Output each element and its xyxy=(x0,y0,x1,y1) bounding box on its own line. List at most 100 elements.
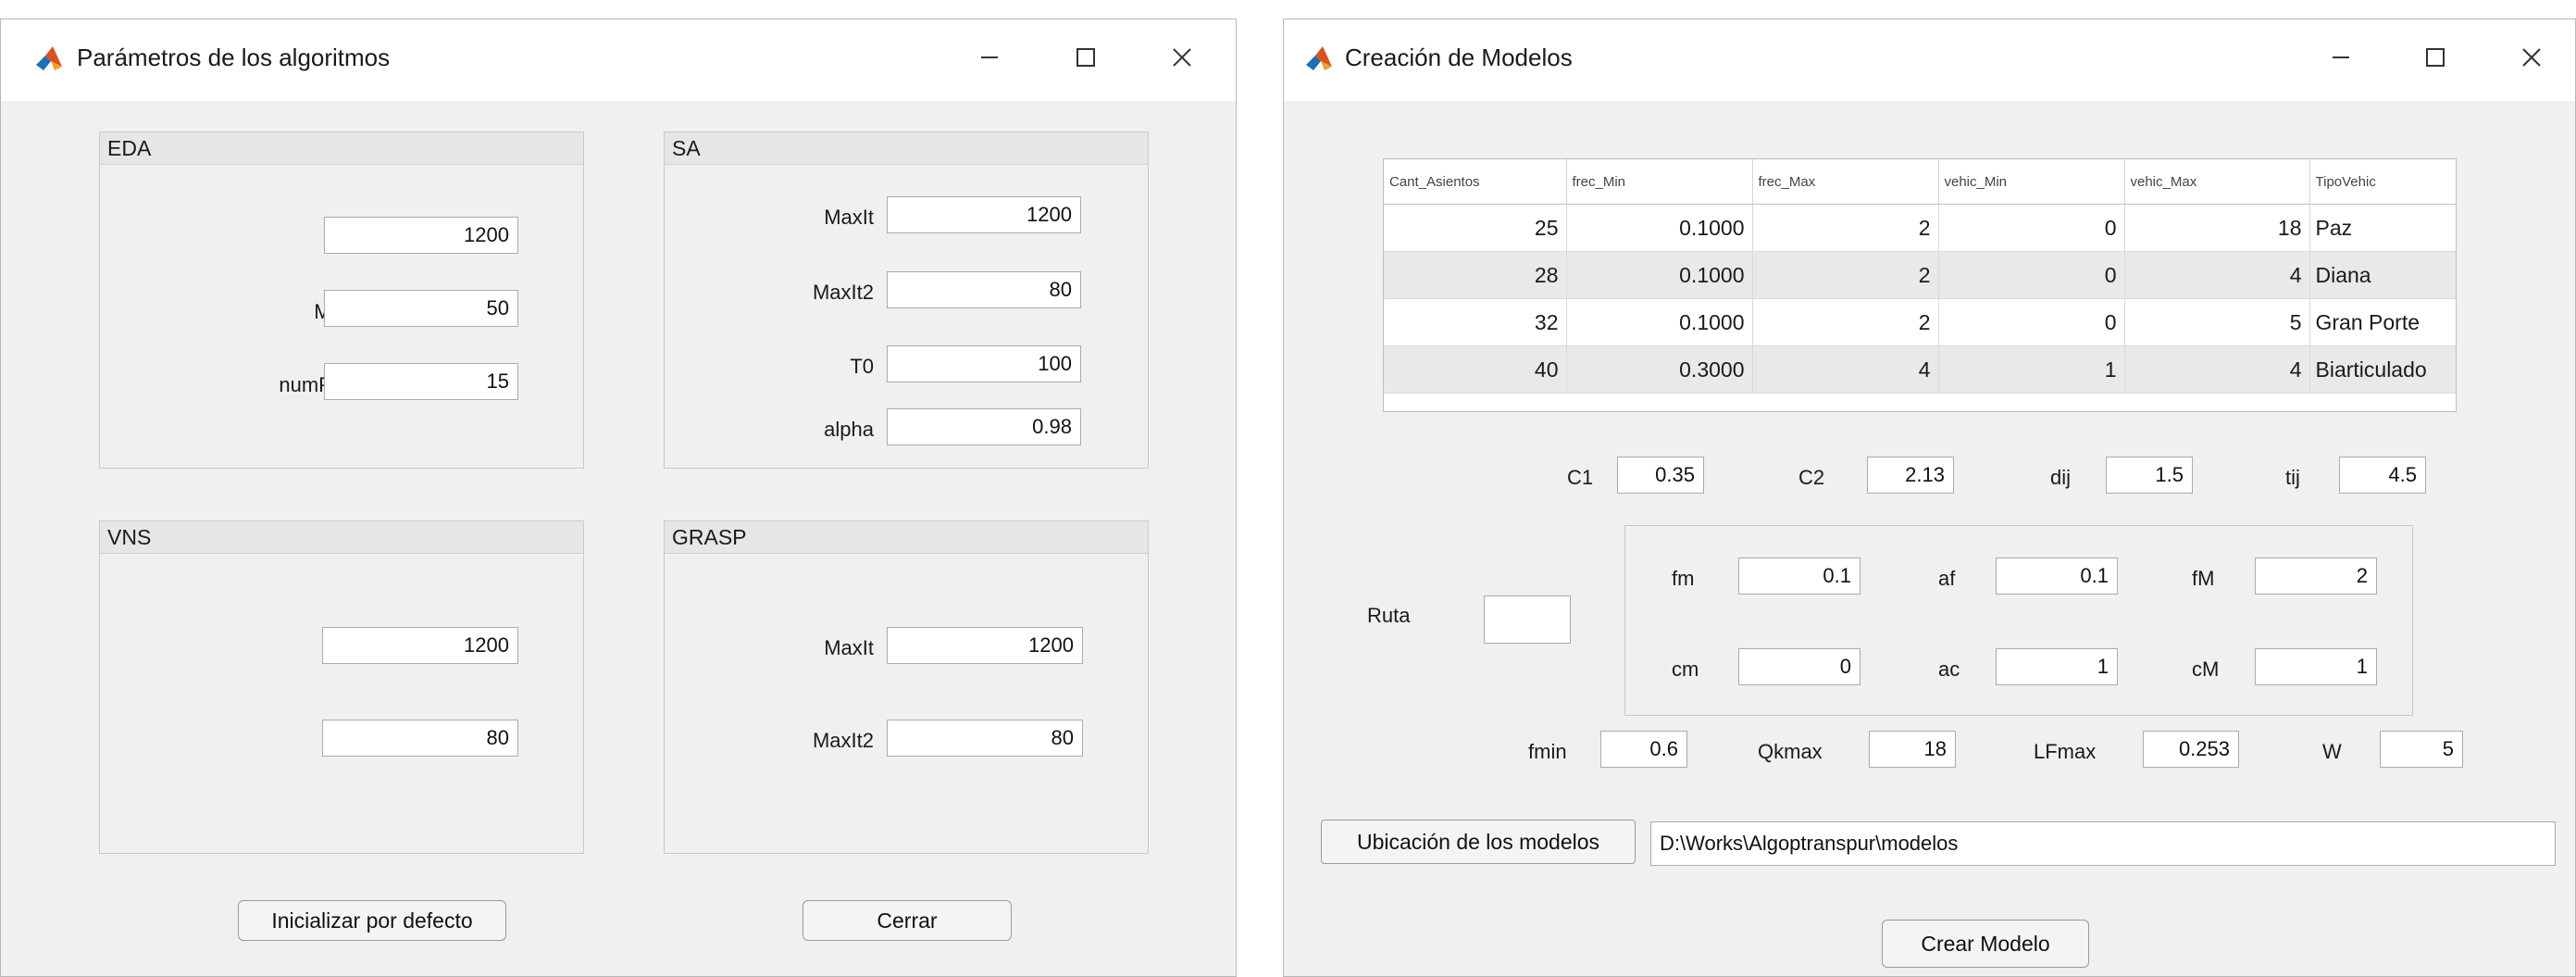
fm-input[interactable] xyxy=(1738,557,1860,595)
table-cell[interactable]: 0 xyxy=(1938,251,2125,299)
table-cell[interactable]: 1 xyxy=(1938,345,2125,394)
table-cell[interactable]: 0.1000 xyxy=(1566,298,1753,346)
grasp-maxit-label: MaxIt xyxy=(824,636,874,659)
column-header[interactable]: vehic_Max xyxy=(2124,159,2310,205)
sa-panel-header: SA xyxy=(665,132,1148,165)
table-cell[interactable]: Diana xyxy=(2309,251,2456,299)
dij-label: dij xyxy=(2050,466,2072,489)
table-cell[interactable]: Biarticulado xyxy=(2309,345,2456,394)
close-dialog-button[interactable]: Cerrar xyxy=(803,900,1012,941)
table-cell[interactable]: 0 xyxy=(1938,204,2125,252)
table-cell[interactable]: 0.3000 xyxy=(1566,345,1753,394)
models-path-input[interactable] xyxy=(1650,821,2556,866)
grasp-maxit2-input[interactable] xyxy=(887,720,1083,757)
table-cell[interactable]: Gran Porte xyxy=(2309,298,2456,346)
c1-input[interactable] xyxy=(1617,457,1704,494)
cM-input[interactable] xyxy=(2255,648,2377,685)
sa-maxit-input[interactable] xyxy=(887,196,1081,233)
eda-maxit-input[interactable] xyxy=(324,217,518,254)
create-model-button[interactable]: Crear Modelo xyxy=(1882,920,2089,968)
table-cell[interactable]: 4 xyxy=(2124,251,2310,299)
fmin-input[interactable] xyxy=(1600,731,1687,768)
maximize-icon xyxy=(1076,48,1095,67)
vns-panel-header: VNS xyxy=(100,521,583,554)
cm-input[interactable] xyxy=(1738,648,1860,685)
table-cell[interactable]: 0 xyxy=(1938,298,2125,346)
table-cell[interactable]: 2 xyxy=(1752,251,1939,299)
close-button[interactable] xyxy=(2504,34,2559,81)
matlab-icon xyxy=(1306,46,1332,70)
eda-numparents-input[interactable] xyxy=(324,363,518,400)
dij-input[interactable] xyxy=(2106,457,2193,494)
table-cell[interactable]: 28 xyxy=(1384,251,1567,299)
minimize-icon xyxy=(981,56,998,58)
table-row: 25 0.1000 2 0 18 Paz xyxy=(1384,204,2456,252)
table-cell[interactable]: 25 xyxy=(1384,204,1567,252)
table-row: 40 0.3000 4 1 4 Biarticulado xyxy=(1384,345,2456,394)
c1-label: C1 xyxy=(1567,466,1594,489)
sa-alpha-input[interactable] xyxy=(887,408,1081,445)
window-title: Creación de Modelos xyxy=(1345,44,1573,71)
table-cell[interactable]: 0.1000 xyxy=(1566,204,1753,252)
eda-maxpop-input[interactable] xyxy=(324,290,518,327)
cm-label: cm xyxy=(1672,658,1699,681)
column-header[interactable]: frec_Max xyxy=(1752,159,1939,205)
qkmax-input[interactable] xyxy=(1869,731,1956,768)
table-cell[interactable]: 2 xyxy=(1752,298,1939,346)
sa-t0-label: T0 xyxy=(850,355,874,378)
ac-input[interactable] xyxy=(1996,648,2118,685)
table-cell[interactable]: 4 xyxy=(1752,345,1939,394)
table-cell[interactable]: 4 xyxy=(2124,345,2310,394)
lfmax-input[interactable] xyxy=(2143,731,2239,768)
title-bar[interactable]: Creación de Modelos xyxy=(1284,19,2575,101)
vehicle-table[interactable]: Cant_Asientos frec_Min frec_Max vehic_Mi… xyxy=(1383,158,2457,412)
column-header[interactable]: TipoVehic xyxy=(2309,159,2456,205)
maximize-button[interactable] xyxy=(1058,34,1114,81)
frequency-capacity-group: fm af fM cm ac cM xyxy=(1624,525,2413,716)
column-header[interactable]: frec_Min xyxy=(1566,159,1753,205)
af-input[interactable] xyxy=(1996,557,2118,595)
table-cell[interactable]: 0.1000 xyxy=(1566,251,1753,299)
table-header-row: Cant_Asientos frec_Min frec_Max vehic_Mi… xyxy=(1384,159,2456,205)
table-cell[interactable]: 18 xyxy=(2124,204,2310,252)
c2-input[interactable] xyxy=(1867,457,1954,494)
ruta-input[interactable] xyxy=(1484,595,1571,644)
table-cell[interactable]: 2 xyxy=(1752,204,1939,252)
vns-maxit-input[interactable] xyxy=(322,627,518,664)
sa-alpha-label: alpha xyxy=(824,418,874,441)
matlab-icon xyxy=(36,46,62,70)
table-cell[interactable]: 5 xyxy=(2124,298,2310,346)
init-defaults-button[interactable]: Inicializar por defecto xyxy=(238,900,506,941)
tij-input[interactable] xyxy=(2339,457,2426,494)
minimize-button[interactable] xyxy=(962,34,1017,81)
sa-maxit2-input[interactable] xyxy=(887,271,1081,308)
fM-label: fM xyxy=(2192,567,2215,590)
grasp-panel-title: GRASP xyxy=(672,525,747,549)
sa-t0-input[interactable] xyxy=(887,345,1081,382)
table-cell[interactable]: 32 xyxy=(1384,298,1567,346)
models-location-button[interactable]: Ubicación de los modelos xyxy=(1321,820,1636,864)
table-cell[interactable]: 40 xyxy=(1384,345,1567,394)
grasp-maxit-input[interactable] xyxy=(887,627,1083,664)
window-title: Parámetros de los algoritmos xyxy=(77,44,391,71)
fmin-label: fmin xyxy=(1528,740,1567,763)
vns-maxk-input[interactable] xyxy=(322,720,518,757)
w-input[interactable] xyxy=(2380,731,2463,768)
grasp-panel: GRASP MaxIt MaxIt2 xyxy=(664,520,1149,854)
column-header[interactable]: Cant_Asientos xyxy=(1384,159,1567,205)
close-icon xyxy=(2522,48,2541,67)
minimize-button[interactable] xyxy=(2313,34,2369,81)
fM-input[interactable] xyxy=(2255,557,2377,595)
eda-panel: EDA MaxIt MaxPop numParents xyxy=(99,132,584,469)
minimize-icon xyxy=(2333,56,2349,58)
lfmax-label: LFmax xyxy=(2034,740,2097,763)
column-header[interactable]: vehic_Min xyxy=(1938,159,2125,205)
sa-maxit-label: MaxIt xyxy=(824,206,874,229)
close-button[interactable] xyxy=(1154,34,1210,81)
sa-panel-title: SA xyxy=(672,136,701,160)
grasp-maxit2-label: MaxIt2 xyxy=(812,729,874,752)
title-bar[interactable]: Parámetros de los algoritmos xyxy=(1,19,1236,101)
maximize-button[interactable] xyxy=(2408,34,2463,81)
params-window: Parámetros de los algoritmos EDA MaxIt M… xyxy=(0,19,1237,977)
table-cell[interactable]: Paz xyxy=(2309,204,2456,252)
